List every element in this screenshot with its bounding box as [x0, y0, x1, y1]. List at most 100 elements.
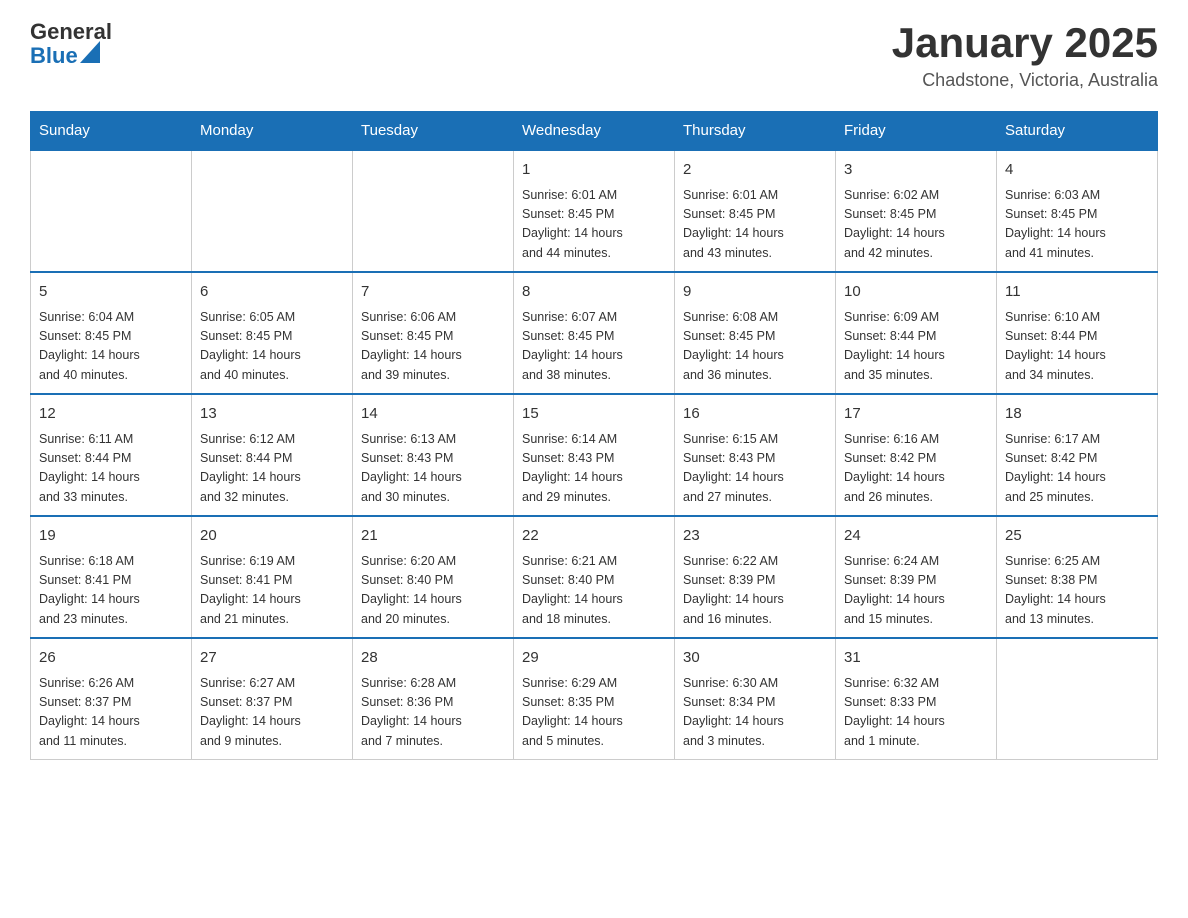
calendar-cell: 15 Sunrise: 6:14 AMSunset: 8:43 PMDayligh… [514, 394, 675, 516]
day-number: 20 [200, 525, 344, 548]
day-number: 6 [200, 281, 344, 304]
calendar-cell: 29 Sunrise: 6:29 AMSunset: 8:35 PMDayligh… [514, 638, 675, 760]
calendar-table: SundayMondayTuesdayWednesdayThursdayFrid… [30, 111, 1158, 760]
calendar-cell: 25 Sunrise: 6:25 AMSunset: 8:38 PMDayligh… [997, 516, 1158, 638]
day-number: 17 [844, 403, 988, 426]
calendar-cell: 4 Sunrise: 6:03 AMSunset: 8:45 PMDaylight… [997, 150, 1158, 272]
calendar-cell: 21 Sunrise: 6:20 AMSunset: 8:40 PMDayligh… [353, 516, 514, 638]
calendar-cell: 7 Sunrise: 6:06 AMSunset: 8:45 PMDaylight… [353, 272, 514, 394]
day-number: 4 [1005, 159, 1149, 182]
day-number: 8 [522, 281, 666, 304]
calendar-cell [353, 150, 514, 272]
day-number: 23 [683, 525, 827, 548]
calendar-cell: 3Sunrise: 6:02 AMSunset: 8:45 PMDaylight… [836, 150, 997, 272]
day-number: 27 [200, 647, 344, 670]
calendar-header: SundayMondayTuesdayWednesdayThursdayFrid… [31, 112, 1158, 151]
calendar-cell: 24 Sunrise: 6:24 AMSunset: 8:39 PMDayligh… [836, 516, 997, 638]
calendar-cell: 13Sunrise: 6:12 AMSunset: 8:44 PMDayligh… [192, 394, 353, 516]
calendar-cell [31, 150, 192, 272]
calendar-cell: 22 Sunrise: 6:21 AMSunset: 8:40 PMDayligh… [514, 516, 675, 638]
logo-blue-text: Blue [30, 44, 78, 68]
day-number: 5 [39, 281, 183, 304]
calendar-cell: 5 Sunrise: 6:04 AMSunset: 8:45 PMDaylight… [31, 272, 192, 394]
calendar-cell: 30Sunrise: 6:30 AMSunset: 8:34 PMDayligh… [675, 638, 836, 760]
column-header-tuesday: Tuesday [353, 112, 514, 151]
calendar-subtitle: Chadstone, Victoria, Australia [892, 70, 1158, 91]
day-info: Sunrise: 6:18 AMSunset: 8:41 PMDaylight:… [39, 552, 183, 630]
day-number: 9 [683, 281, 827, 304]
day-number: 15 [522, 403, 666, 426]
column-header-saturday: Saturday [997, 112, 1158, 151]
calendar-cell: 2 Sunrise: 6:01 AMSunset: 8:45 PMDaylight… [675, 150, 836, 272]
day-info: Sunrise: 6:04 AMSunset: 8:45 PMDaylight:… [39, 308, 183, 386]
day-number: 28 [361, 647, 505, 670]
calendar-cell: 10 Sunrise: 6:09 AMSunset: 8:44 PMDayligh… [836, 272, 997, 394]
calendar-cell: 31 Sunrise: 6:32 AMSunset: 8:33 PMDayligh… [836, 638, 997, 760]
day-info: Sunrise: 6:25 AMSunset: 8:38 PMDaylight:… [1005, 552, 1149, 630]
day-info: Sunrise: 6:12 AMSunset: 8:44 PMDaylight:… [200, 430, 344, 508]
column-header-sunday: Sunday [31, 112, 192, 151]
calendar-cell: 19Sunrise: 6:18 AMSunset: 8:41 PMDayligh… [31, 516, 192, 638]
day-info: Sunrise: 6:28 AMSunset: 8:36 PMDaylight:… [361, 674, 505, 752]
day-info: Sunrise: 6:13 AMSunset: 8:43 PMDaylight:… [361, 430, 505, 508]
logo-triangle-icon [80, 41, 100, 63]
day-number: 1 [522, 159, 666, 182]
day-info: Sunrise: 6:19 AMSunset: 8:41 PMDaylight:… [200, 552, 344, 630]
calendar-cell: 18Sunrise: 6:17 AMSunset: 8:42 PMDayligh… [997, 394, 1158, 516]
column-header-friday: Friday [836, 112, 997, 151]
day-info: Sunrise: 6:15 AMSunset: 8:43 PMDaylight:… [683, 430, 827, 508]
calendar-cell [997, 638, 1158, 760]
calendar-week-row: 19Sunrise: 6:18 AMSunset: 8:41 PMDayligh… [31, 516, 1158, 638]
day-info: Sunrise: 6:32 AMSunset: 8:33 PMDaylight:… [844, 674, 988, 752]
calendar-cell: 6 Sunrise: 6:05 AMSunset: 8:45 PMDaylight… [192, 272, 353, 394]
calendar-week-row: 26 Sunrise: 6:26 AMSunset: 8:37 PMDayligh… [31, 638, 1158, 760]
calendar-cell: 14 Sunrise: 6:13 AMSunset: 8:43 PMDayligh… [353, 394, 514, 516]
day-number: 29 [522, 647, 666, 670]
calendar-cell: 26 Sunrise: 6:26 AMSunset: 8:37 PMDayligh… [31, 638, 192, 760]
day-info: Sunrise: 6:26 AMSunset: 8:37 PMDaylight:… [39, 674, 183, 752]
day-number: 14 [361, 403, 505, 426]
day-info: Sunrise: 6:09 AMSunset: 8:44 PMDaylight:… [844, 308, 988, 386]
calendar-body: 1 Sunrise: 6:01 AMSunset: 8:45 PMDaylight… [31, 150, 1158, 760]
day-info: Sunrise: 6:08 AMSunset: 8:45 PMDaylight:… [683, 308, 827, 386]
day-info: Sunrise: 6:03 AMSunset: 8:45 PMDaylight:… [1005, 186, 1149, 264]
day-number: 3 [844, 159, 988, 182]
day-info: Sunrise: 6:20 AMSunset: 8:40 PMDaylight:… [361, 552, 505, 630]
day-info: Sunrise: 6:27 AMSunset: 8:37 PMDaylight:… [200, 674, 344, 752]
calendar-cell: 28 Sunrise: 6:28 AMSunset: 8:36 PMDayligh… [353, 638, 514, 760]
title-block: January 2025 Chadstone, Victoria, Austra… [892, 20, 1158, 91]
calendar-cell: 27 Sunrise: 6:27 AMSunset: 8:37 PMDayligh… [192, 638, 353, 760]
day-info: Sunrise: 6:24 AMSunset: 8:39 PMDaylight:… [844, 552, 988, 630]
calendar-cell: 1Sunrise: 6:01 AMSunset: 8:45 PMDaylight… [514, 150, 675, 272]
calendar-week-row: 12Sunrise: 6:11 AMSunset: 8:44 PMDayligh… [31, 394, 1158, 516]
day-info: Sunrise: 6:01 AMSunset: 8:45 PMDaylight:… [683, 186, 827, 264]
day-number: 10 [844, 281, 988, 304]
calendar-cell: 9 Sunrise: 6:08 AMSunset: 8:45 PMDaylight… [675, 272, 836, 394]
day-number: 31 [844, 647, 988, 670]
day-number: 7 [361, 281, 505, 304]
day-number: 16 [683, 403, 827, 426]
day-number: 26 [39, 647, 183, 670]
day-info: Sunrise: 6:06 AMSunset: 8:45 PMDaylight:… [361, 308, 505, 386]
day-number: 2 [683, 159, 827, 182]
day-info: Sunrise: 6:05 AMSunset: 8:45 PMDaylight:… [200, 308, 344, 386]
day-info: Sunrise: 6:11 AMSunset: 8:44 PMDaylight:… [39, 430, 183, 508]
calendar-cell: 20 Sunrise: 6:19 AMSunset: 8:41 PMDayligh… [192, 516, 353, 638]
day-number: 30 [683, 647, 827, 670]
day-info: Sunrise: 6:21 AMSunset: 8:40 PMDaylight:… [522, 552, 666, 630]
calendar-title: January 2025 [892, 20, 1158, 66]
calendar-cell: 11Sunrise: 6:10 AMSunset: 8:44 PMDayligh… [997, 272, 1158, 394]
day-info: Sunrise: 6:29 AMSunset: 8:35 PMDaylight:… [522, 674, 666, 752]
calendar-header-row: SundayMondayTuesdayWednesdayThursdayFrid… [31, 112, 1158, 151]
calendar-cell: 17Sunrise: 6:16 AMSunset: 8:42 PMDayligh… [836, 394, 997, 516]
day-number: 21 [361, 525, 505, 548]
day-info: Sunrise: 6:22 AMSunset: 8:39 PMDaylight:… [683, 552, 827, 630]
day-number: 25 [1005, 525, 1149, 548]
day-number: 24 [844, 525, 988, 548]
day-info: Sunrise: 6:14 AMSunset: 8:43 PMDaylight:… [522, 430, 666, 508]
calendar-cell [192, 150, 353, 272]
calendar-cell: 8Sunrise: 6:07 AMSunset: 8:45 PMDaylight… [514, 272, 675, 394]
calendar-cell: 12Sunrise: 6:11 AMSunset: 8:44 PMDayligh… [31, 394, 192, 516]
day-number: 22 [522, 525, 666, 548]
column-header-thursday: Thursday [675, 112, 836, 151]
